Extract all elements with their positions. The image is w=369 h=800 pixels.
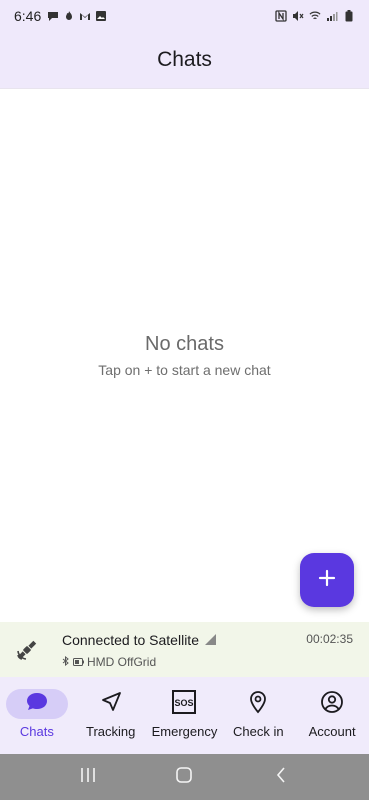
nav-label: Tracking	[86, 724, 136, 739]
notification-icons	[47, 10, 107, 22]
nav-pill	[301, 689, 363, 719]
nav-pill	[5, 689, 68, 719]
nfc-icon	[275, 10, 287, 22]
home-icon	[175, 766, 193, 789]
empty-state: No chats Tap on + to start a new chat	[0, 333, 369, 378]
fire-icon	[63, 10, 75, 22]
signal-icon	[326, 10, 338, 22]
back-button[interactable]	[261, 762, 301, 792]
gmail-icon	[79, 10, 91, 22]
recent-apps-button[interactable]	[68, 762, 108, 792]
page-title: Chats	[157, 48, 212, 71]
wifi-icon	[309, 10, 321, 22]
satellite-status: Connected to Satellite	[62, 632, 216, 648]
bluetooth-icon	[62, 655, 70, 669]
battery-icon	[343, 10, 355, 22]
satellite-status-bar[interactable]: Connected to Satellite HMD OffGrid 00:02…	[0, 622, 369, 677]
system-icons	[275, 10, 355, 22]
nav-label: Chats	[19, 724, 54, 739]
nav-item-emergency[interactable]: SOS Emergency	[148, 677, 222, 754]
navigation-arrow-icon	[100, 691, 122, 718]
nav-label: Account	[308, 724, 356, 739]
status-time: 6:46	[14, 8, 42, 24]
device-battery-icon	[73, 655, 84, 669]
nav-label: Emergency	[151, 724, 218, 739]
signal-strength-icon	[204, 632, 216, 648]
chat-bubble-icon	[47, 10, 59, 22]
bottom-navigation: Chats Tracking SOS Emergency Check in Ac…	[0, 677, 369, 754]
plus-icon	[318, 569, 336, 592]
satellite-icon	[14, 637, 40, 663]
nav-label: Check in	[233, 724, 284, 739]
recent-apps-icon	[79, 767, 97, 788]
connection-timer: 00:02:35	[306, 632, 353, 646]
nav-pill	[227, 689, 289, 719]
nav-item-account[interactable]: Account	[295, 677, 369, 754]
app-bar: Chats	[0, 32, 369, 89]
svg-text:SOS: SOS	[175, 698, 194, 708]
new-chat-button[interactable]	[300, 553, 354, 607]
nav-pill: SOS	[153, 689, 215, 719]
nav-pill	[80, 689, 142, 719]
mute-icon	[292, 10, 304, 22]
satellite-device: HMD OffGrid	[62, 655, 156, 669]
nav-item-chats[interactable]: Chats	[0, 677, 74, 754]
back-icon	[275, 766, 287, 789]
home-button[interactable]	[164, 762, 204, 792]
device-name: HMD OffGrid	[87, 655, 157, 669]
system-navigation-bar	[0, 754, 369, 800]
empty-state-subtitle: Tap on + to start a new chat	[98, 362, 271, 378]
sos-icon: SOS	[172, 689, 197, 719]
image-icon	[95, 10, 107, 22]
empty-state-title: No chats	[145, 333, 224, 355]
chat-icon	[25, 691, 49, 718]
satellite-status-text: Connected to Satellite	[62, 632, 199, 648]
nav-item-tracking[interactable]: Tracking	[74, 677, 148, 754]
status-bar: 6:46	[0, 0, 369, 32]
account-circle-icon	[320, 690, 344, 719]
location-pin-icon	[248, 690, 268, 719]
nav-item-check-in[interactable]: Check in	[221, 677, 295, 754]
